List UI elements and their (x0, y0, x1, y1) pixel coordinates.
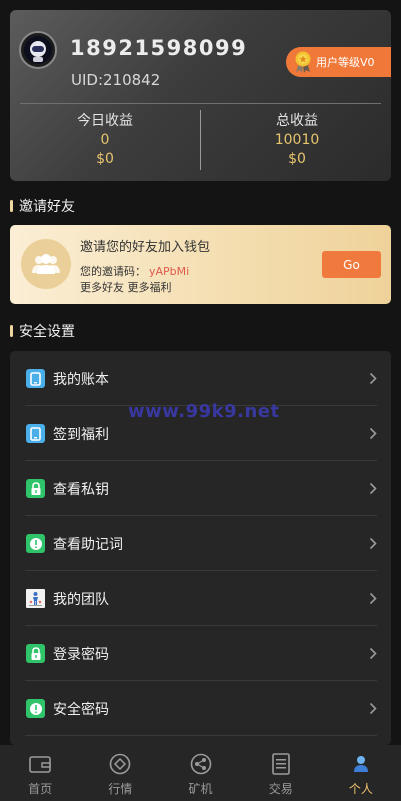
security-section-title: 安全设置 (19, 324, 75, 340)
team-icon (26, 589, 45, 608)
settings-item-label: 签到福利 (53, 426, 109, 443)
chevron-right-icon (369, 427, 377, 440)
chevron-right-icon (369, 702, 377, 715)
info-icon (26, 699, 45, 718)
section-marker (10, 325, 13, 337)
settings-item-label: 我的团队 (53, 591, 109, 608)
invite-section-title: 邀请好友 (19, 199, 75, 215)
settings-item-label: 我的账本 (53, 371, 109, 388)
total-earnings-title: 总收益 (276, 113, 318, 129)
nav-label: 矿机 (188, 782, 213, 796)
miner-icon (190, 753, 212, 775)
total-earnings: 总收益 10010 $0 (207, 111, 387, 169)
invite-card-title: 邀请您的好友加入钱包 (80, 240, 211, 255)
lock-icon (26, 644, 45, 663)
invite-more-text: 更多好友 更多福利 (80, 281, 172, 294)
settings-item-label: 登录密码 (53, 646, 109, 663)
chevron-right-icon (369, 647, 377, 660)
section-marker (10, 200, 13, 212)
user-level-label: 用户等级V0 (316, 56, 375, 69)
checkin-icon (26, 424, 45, 443)
nav-label: 行情 (108, 782, 133, 796)
settings-item-private-key[interactable]: 查看私钥 (10, 461, 391, 516)
info-icon (26, 534, 45, 553)
divider (20, 103, 381, 104)
nav-item-trade[interactable]: 交易 (241, 745, 321, 801)
trade-icon (271, 753, 290, 775)
go-button[interactable]: Go (322, 251, 381, 278)
settings-item-login-password[interactable]: 登录密码 (10, 626, 391, 681)
settings-item-label: 查看私钥 (53, 481, 109, 498)
chevron-right-icon (369, 592, 377, 605)
invite-code-row: 您的邀请码： yAPbMi (80, 263, 189, 279)
ledger-icon (26, 369, 45, 388)
today-earnings-usd: $0 (96, 151, 114, 167)
settings-item-mnemonic[interactable]: 查看助记词 (10, 516, 391, 571)
settings-item-security-password[interactable]: 安全密码 (10, 681, 391, 736)
nav-label: 交易 (268, 782, 293, 796)
invite-code[interactable]: yAPbMi (149, 265, 189, 278)
today-earnings-value: 0 (100, 132, 110, 148)
wallet-icon (29, 753, 51, 775)
nav-item-profile[interactable]: 个人 (321, 745, 401, 801)
chevron-right-icon (369, 482, 377, 495)
settings-item-label: 查看助记词 (53, 536, 123, 553)
nav-item-miner[interactable]: 矿机 (160, 745, 240, 801)
total-earnings-usd: $0 (288, 151, 306, 167)
today-earnings-title: 今日收益 (77, 113, 133, 129)
chevron-right-icon (369, 372, 377, 385)
group-icon (21, 239, 71, 289)
avatar[interactable] (19, 31, 57, 69)
watermark: www.99k9.net (128, 401, 280, 422)
medal-icon (293, 51, 313, 73)
today-earnings: 今日收益 0 $0 (15, 111, 195, 169)
profile-card: 18921598099 UID:210842 用户等级V0 今日收益 0 $0 … (10, 10, 391, 181)
user-level-badge[interactable]: 用户等级V0 (286, 47, 391, 77)
market-icon (109, 753, 131, 775)
bottom-nav: 首页 行情 矿机 交易 个人 (0, 745, 401, 801)
person-icon (353, 753, 369, 775)
nav-item-market[interactable]: 行情 (80, 745, 160, 801)
total-earnings-value: 10010 (274, 132, 320, 148)
nav-item-home[interactable]: 首页 (0, 745, 80, 801)
settings-item-team[interactable]: 我的团队 (10, 571, 391, 626)
security-section-header: 安全设置 (10, 321, 75, 341)
invite-code-label: 您的邀请码： (80, 265, 146, 278)
nav-label: 首页 (28, 782, 53, 796)
row-divider (25, 735, 377, 736)
lock-icon (26, 479, 45, 498)
user-id: UID:210842 (71, 71, 161, 89)
stat-divider (200, 110, 201, 170)
invite-card[interactable]: 邀请您的好友加入钱包 您的邀请码： yAPbMi 更多好友 更多福利 Go (10, 225, 391, 304)
astronaut-icon (24, 36, 52, 64)
invite-section-header: 邀请好友 (10, 196, 75, 216)
phone-number: 18921598099 (70, 36, 248, 60)
settings-item-ledger[interactable]: 我的账本 (10, 351, 391, 406)
settings-item-label: 安全密码 (53, 701, 109, 718)
chevron-right-icon (369, 537, 377, 550)
nav-label: 个人 (348, 782, 373, 796)
